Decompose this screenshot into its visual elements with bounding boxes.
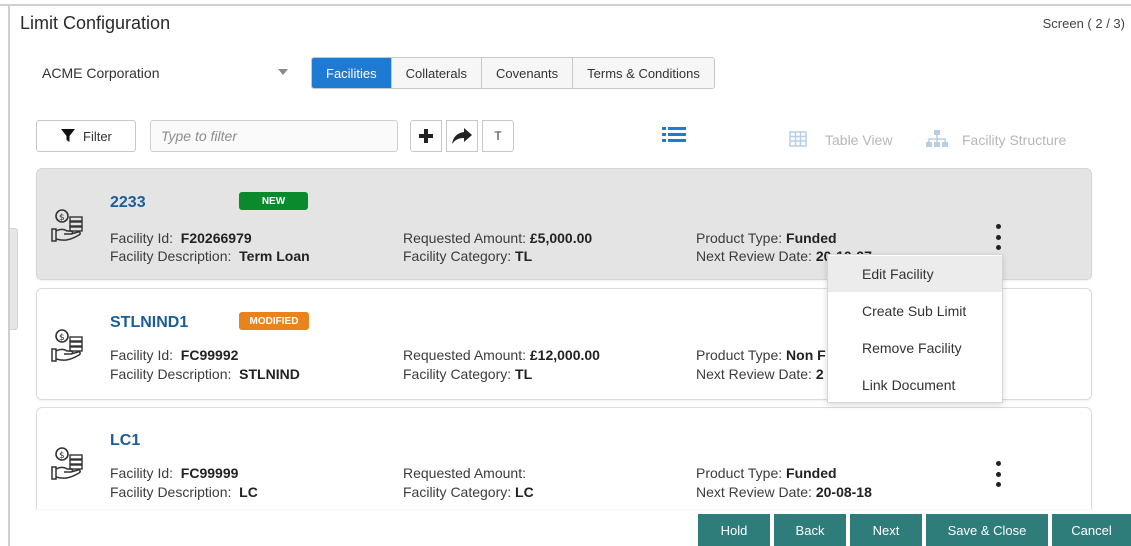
tab-covenants[interactable]: Covenants bbox=[482, 58, 574, 88]
list-view-icon[interactable] bbox=[662, 126, 686, 144]
cancel-button[interactable]: Cancel bbox=[1052, 514, 1131, 546]
plus-icon bbox=[419, 129, 433, 143]
tab-facilities[interactable]: Facilities bbox=[312, 58, 392, 88]
menu-item-link-document[interactable]: Link Document bbox=[828, 367, 1002, 403]
arrow-forward-icon bbox=[452, 128, 472, 144]
move-button[interactable] bbox=[446, 120, 478, 152]
tab-collaterals[interactable]: Collaterals bbox=[391, 58, 482, 88]
page-title: Limit Configuration bbox=[20, 13, 171, 33]
product-type: Product Type: Non F bbox=[696, 347, 826, 363]
facility-description: Facility Description: LC bbox=[110, 484, 258, 500]
facility-card[interactable]: $ LC1 Facility Id: FC99999 Facility Desc… bbox=[36, 407, 1092, 509]
next-review-date: Next Review Date: 20-08-18 bbox=[696, 484, 872, 500]
tab-terms-conditions[interactable]: Terms & Conditions bbox=[573, 58, 714, 88]
facility-description: Facility Description: Term Loan bbox=[110, 248, 310, 264]
facility-id: Facility Id: FC99999 bbox=[110, 465, 239, 481]
facility-category: Facility Category: TL bbox=[403, 366, 533, 382]
side-panel-handle[interactable] bbox=[10, 228, 18, 330]
customer-select-value: ACME Corporation bbox=[42, 65, 160, 81]
facility-structure-label[interactable]: Facility Structure bbox=[962, 132, 1066, 148]
status-badge: NEW bbox=[239, 192, 308, 210]
money-hand-icon: $ bbox=[51, 447, 83, 480]
facility-id: Facility Id: FC99992 bbox=[110, 347, 239, 363]
facility-description: Facility Description: STLNIND bbox=[110, 366, 300, 382]
customer-select[interactable]: ACME Corporation bbox=[36, 57, 298, 89]
menu-item-remove-facility[interactable]: Remove Facility bbox=[828, 330, 1002, 366]
table-view-label[interactable]: Table View bbox=[825, 132, 892, 148]
add-button[interactable] bbox=[410, 120, 442, 152]
back-button[interactable]: Back bbox=[774, 514, 846, 546]
table-view-icon[interactable] bbox=[789, 131, 807, 147]
facility-id: Facility Id: F20266979 bbox=[110, 230, 252, 246]
save-close-button[interactable]: Save & Close bbox=[926, 514, 1048, 546]
status-badge: MODIFIED bbox=[239, 312, 309, 330]
filter-button-label: Filter bbox=[83, 128, 112, 144]
svg-text:$: $ bbox=[59, 213, 65, 223]
filter-button[interactable]: Filter bbox=[36, 120, 136, 152]
svg-text:$: $ bbox=[59, 333, 65, 343]
facility-structure-icon[interactable] bbox=[926, 130, 948, 148]
filter-icon bbox=[61, 129, 75, 142]
tab-bar: Facilities Collaterals Covenants Terms &… bbox=[311, 57, 715, 89]
svg-text:$: $ bbox=[59, 451, 65, 461]
facility-category: Facility Category: TL bbox=[403, 248, 533, 264]
filter-input[interactable] bbox=[150, 120, 398, 152]
product-type: Product Type: Funded bbox=[696, 465, 837, 481]
chevron-down-icon bbox=[278, 69, 288, 75]
money-hand-icon: $ bbox=[51, 329, 83, 362]
facility-category: Facility Category: LC bbox=[403, 484, 534, 500]
requested-amount: Requested Amount: bbox=[403, 465, 526, 481]
menu-item-edit-facility[interactable]: Edit Facility bbox=[828, 256, 1002, 292]
money-hand-icon: $ bbox=[51, 209, 83, 242]
facility-name[interactable]: LC1 bbox=[110, 432, 140, 450]
menu-item-create-sub-limit[interactable]: Create Sub Limit bbox=[828, 293, 1002, 329]
text-button[interactable]: T bbox=[482, 120, 514, 152]
top-divider bbox=[0, 4, 1131, 6]
screen-indicator: Screen ( 2 / 3) bbox=[1042, 16, 1125, 31]
next-review-date: Next Review Date: 2 bbox=[696, 366, 824, 382]
facility-context-menu: Edit Facility Create Sub Limit Remove Fa… bbox=[827, 254, 1003, 403]
facility-name[interactable]: STLNIND1 bbox=[110, 314, 188, 332]
requested-amount: Requested Amount: £5,000.00 bbox=[403, 230, 593, 246]
requested-amount: Requested Amount: £12,000.00 bbox=[403, 347, 600, 363]
hold-button[interactable]: Hold bbox=[698, 514, 770, 546]
facility-name[interactable]: 2233 bbox=[110, 194, 146, 212]
product-type: Product Type: Funded bbox=[696, 230, 837, 246]
more-options-icon[interactable] bbox=[993, 461, 1003, 487]
next-button[interactable]: Next bbox=[850, 514, 922, 546]
more-options-icon[interactable] bbox=[993, 224, 1003, 250]
